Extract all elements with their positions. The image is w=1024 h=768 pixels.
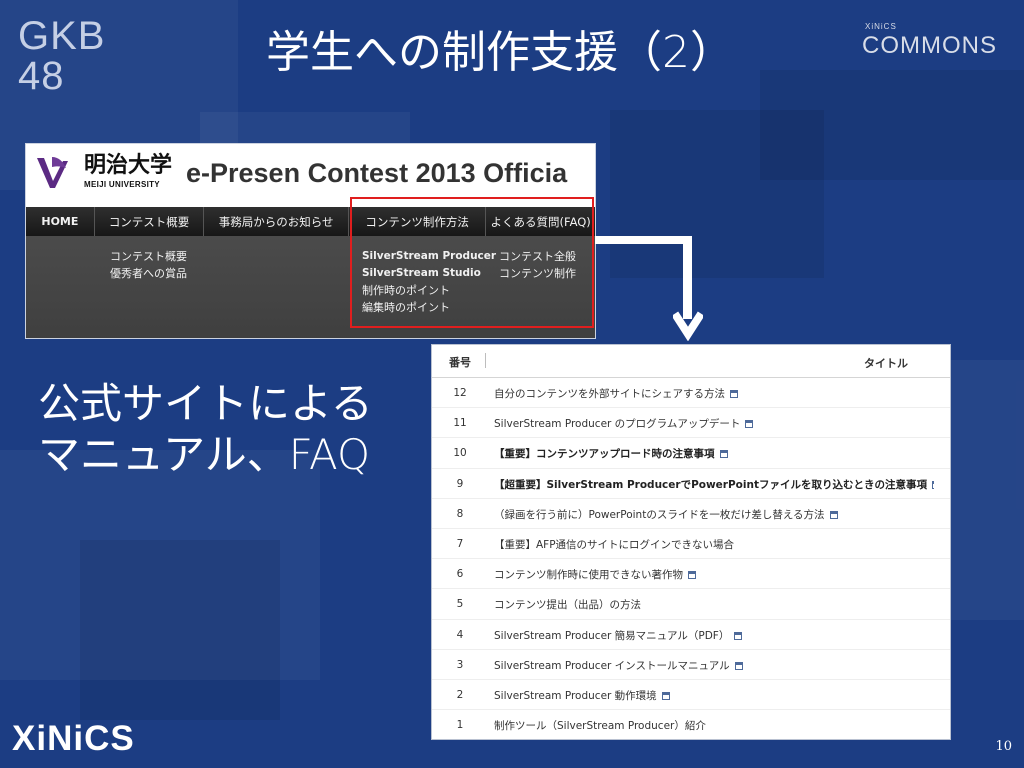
row-title-text: コンテンツ制作時に使用できない著作物 <box>494 569 683 582</box>
row-title-link[interactable]: SilverStream Producer 動作環境 <box>494 688 670 703</box>
down-arrow-icon <box>673 311 703 341</box>
column-header-number: 番号 <box>449 356 471 369</box>
row-title-text: SilverStream Producer インストールマニュアル <box>494 659 730 672</box>
connector-line <box>595 236 690 244</box>
row-title-text: 【重要】コンテンツアップロード時の注意事項 <box>494 448 715 461</box>
row-number: 12 <box>453 387 467 399</box>
row-title-link[interactable]: 制作ツール（SilverStream Producer）紹介 <box>494 718 706 733</box>
nav-contest-overview[interactable]: コンテスト概要 <box>95 207 205 236</box>
row-title-link[interactable]: 【重要】AFP通信のサイトにログインできない場合 <box>494 537 734 552</box>
document-icon <box>719 450 728 459</box>
row-title-text: SilverStream Producer 簡易マニュアル（PDF） <box>494 629 730 642</box>
row-number: 2 <box>456 688 464 701</box>
background-tile <box>760 70 1024 180</box>
meiji-university-logo[interactable]: 明治大学 MEIJI UNIVERSITY <box>34 153 172 195</box>
row-title-text: 制作ツール（SilverStream Producer）紹介 <box>494 720 706 733</box>
gkb-logo-line: GKB <box>18 14 106 58</box>
row-title-text: 【超重要】SilverStream ProducerでPowerPointファイ… <box>494 478 927 491</box>
gkb48-logo: GKB 48 <box>18 16 108 96</box>
table-row[interactable]: 8 （録画を行う前に）PowerPointのスライドを一枚だけ差し替える方法 <box>432 499 950 529</box>
table-row[interactable]: 2 SilverStream Producer 動作環境 <box>432 680 950 711</box>
row-title-text: SilverStream Producer 動作環境 <box>494 689 657 702</box>
row-number: 10 <box>453 447 467 460</box>
document-icon <box>931 480 934 489</box>
table-row[interactable]: 4 SilverStream Producer 簡易マニュアル（PDF） <box>432 620 950 650</box>
table-row[interactable]: 7 【重要】AFP通信のサイトにログインできない場合 <box>432 529 950 560</box>
row-number: 11 <box>453 417 467 430</box>
background-tile <box>80 540 280 720</box>
university-subtitle: MEIJI UNIVERSITY <box>84 180 160 189</box>
nav-home[interactable]: HOME <box>26 207 95 236</box>
document-icon <box>734 661 743 670</box>
row-number: 5 <box>456 598 464 611</box>
row-title-text: （録画を行う前に）PowerPointのスライドを一枚だけ差し替える方法 <box>494 508 825 521</box>
commons-logo-text: COMMONS <box>862 32 997 59</box>
table-row[interactable]: 1 制作ツール（SilverStream Producer）紹介 <box>432 710 950 739</box>
row-title-link[interactable]: 【重要】コンテンツアップロード時の注意事項 <box>494 446 728 461</box>
table-row[interactable]: 12 自分のコンテンツを外部サイトにシェアする方法 <box>432 378 950 409</box>
row-title-link[interactable]: コンテンツ提出（出品）の方法 <box>494 597 641 612</box>
nav-news[interactable]: 事務局からのお知らせ <box>204 207 349 236</box>
contest-menu-column: コンテスト概要 優秀者への賞品 <box>110 248 187 282</box>
row-title-link[interactable]: SilverStream Producer インストールマニュアル <box>494 658 743 673</box>
table-row[interactable]: 6 コンテンツ制作時に使用できない著作物 <box>432 559 950 590</box>
table-row[interactable]: 11 SilverStream Producer のプログラムアップデート <box>432 408 950 439</box>
document-icon <box>730 390 738 398</box>
slide-title: 学生への制作支援（2） <box>266 27 734 78</box>
site-title: e-Presen Contest 2013 Officia <box>186 158 568 188</box>
menu-item-contest-overview[interactable]: コンテスト概要 <box>110 248 187 265</box>
faq-table-screenshot: 番号 タイトル 12 自分のコンテンツを外部サイトにシェアする方法 11 Sil… <box>431 344 951 740</box>
column-divider <box>485 353 486 368</box>
row-title-link[interactable]: SilverStream Producer のプログラムアップデート <box>494 416 754 431</box>
table-row[interactable]: 9 【超重要】SilverStream ProducerでPowerPointフ… <box>432 469 950 499</box>
document-icon <box>661 691 670 700</box>
row-number: 7 <box>456 537 464 550</box>
xinics-commons-logo: XiNiCS COMMONS <box>862 22 1012 60</box>
table-row[interactable]: 3 SilverStream Producer インストールマニュアル <box>432 650 950 680</box>
row-number: 4 <box>456 628 464 641</box>
commons-logo-small-text: XiNiCS <box>865 22 897 31</box>
row-title-link[interactable]: 【超重要】SilverStream ProducerでPowerPointファイ… <box>494 477 934 492</box>
menu-item-award[interactable]: 優秀者への賞品 <box>110 265 187 282</box>
row-number: 9 <box>456 477 464 490</box>
document-icon <box>688 571 696 580</box>
manual-faq-caption: 公式サイトによる マニュアル、FAQ <box>38 379 373 479</box>
row-title-text: 自分のコンテンツを外部サイトにシェアする方法 <box>494 388 725 400</box>
row-title-text: 【重要】AFP通信のサイトにログインできない場合 <box>494 538 735 551</box>
table-row[interactable]: 5 コンテンツ提出（出品）の方法 <box>432 589 950 620</box>
row-title-link[interactable]: 自分のコンテンツを外部サイトにシェアする方法 <box>494 386 738 401</box>
highlight-outline <box>350 197 594 328</box>
row-number: 6 <box>456 568 464 581</box>
row-title-text: コンテンツ提出（出品）の方法 <box>494 599 641 612</box>
row-title-text: SilverStream Producer のプログラムアップデート <box>494 418 741 431</box>
gkb-logo-line: 48 <box>18 54 65 98</box>
row-number: 3 <box>456 658 464 671</box>
university-name: 明治大学 <box>84 153 173 178</box>
row-number: 1 <box>456 719 464 732</box>
row-title-link[interactable]: コンテンツ制作時に使用できない著作物 <box>494 567 696 582</box>
meiji-logo-icon <box>37 157 68 188</box>
column-header-title: タイトル <box>864 357 908 370</box>
document-icon <box>829 510 838 519</box>
row-number: 8 <box>456 507 464 520</box>
row-title-link[interactable]: （録画を行う前に）PowerPointのスライドを一枚だけ差し替える方法 <box>494 507 838 522</box>
document-icon <box>745 420 754 429</box>
row-title-link[interactable]: SilverStream Producer 簡易マニュアル（PDF） <box>494 628 743 643</box>
page-number: 10 <box>995 739 1012 754</box>
document-icon <box>734 631 743 640</box>
table-row[interactable]: 10 【重要】コンテンツアップロード時の注意事項 <box>432 438 950 469</box>
xinics-logo: XiNiCS <box>12 719 135 758</box>
table-header: 番号 タイトル <box>432 345 950 378</box>
